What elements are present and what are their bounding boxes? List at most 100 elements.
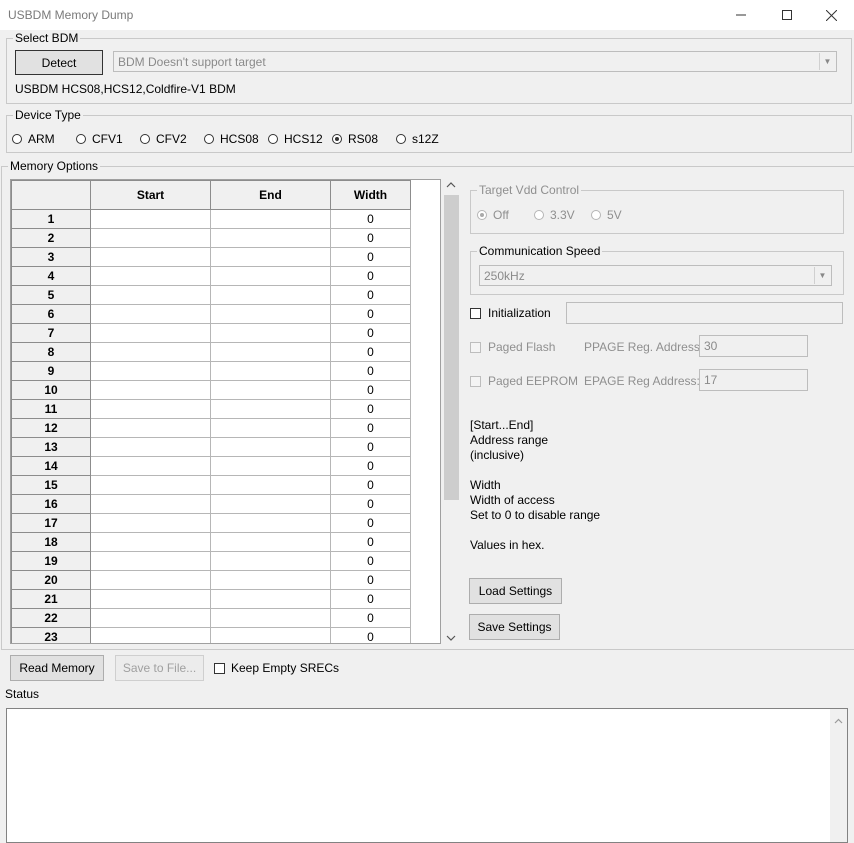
device-radio-cfv2[interactable]: CFV2 bbox=[140, 132, 187, 146]
initialization-input[interactable] bbox=[566, 302, 843, 324]
status-output[interactable] bbox=[6, 708, 848, 843]
width-cell[interactable]: 0 bbox=[330, 456, 411, 476]
width-cell[interactable]: 0 bbox=[330, 513, 411, 533]
column-header-end[interactable]: End bbox=[210, 180, 331, 210]
start-cell[interactable] bbox=[90, 608, 211, 628]
width-cell[interactable]: 0 bbox=[330, 475, 411, 495]
device-radio-hcs12[interactable]: HCS12 bbox=[268, 132, 323, 146]
scroll-up-icon[interactable] bbox=[834, 714, 843, 728]
vdd-radio-off[interactable]: Off bbox=[477, 208, 509, 222]
start-cell[interactable] bbox=[90, 285, 211, 305]
start-cell[interactable] bbox=[90, 228, 211, 248]
ppage-reg-input[interactable]: 30 bbox=[699, 335, 808, 357]
end-cell[interactable] bbox=[210, 418, 331, 438]
end-cell[interactable] bbox=[210, 627, 331, 643]
width-cell[interactable]: 0 bbox=[330, 342, 411, 362]
width-cell[interactable]: 0 bbox=[330, 494, 411, 514]
paged-eeprom-checkbox[interactable]: Paged EEPROM bbox=[470, 374, 578, 388]
memory-grid[interactable]: Start End Width 1 0 2 0 3 0 4 0 5 0 6 0 7 0 8 0 9 0 10 0 11 0… bbox=[10, 179, 441, 644]
end-cell[interactable] bbox=[210, 228, 331, 248]
width-cell[interactable]: 0 bbox=[330, 247, 411, 267]
end-cell[interactable] bbox=[210, 570, 331, 590]
start-cell[interactable] bbox=[90, 437, 211, 457]
start-cell[interactable] bbox=[90, 247, 211, 267]
vdd-radio-5v[interactable]: 5V bbox=[591, 208, 622, 222]
end-cell[interactable] bbox=[210, 532, 331, 552]
epage-reg-input[interactable]: 17 bbox=[699, 369, 808, 391]
column-header-width[interactable]: Width bbox=[330, 180, 411, 210]
width-cell[interactable]: 0 bbox=[330, 551, 411, 571]
initialization-checkbox[interactable]: Initialization bbox=[470, 306, 551, 320]
start-cell[interactable] bbox=[90, 494, 211, 514]
width-cell[interactable]: 0 bbox=[330, 418, 411, 438]
end-cell[interactable] bbox=[210, 551, 331, 571]
paged-flash-checkbox[interactable]: Paged Flash bbox=[470, 340, 555, 354]
end-cell[interactable] bbox=[210, 456, 331, 476]
start-cell[interactable] bbox=[90, 627, 211, 643]
end-cell[interactable] bbox=[210, 247, 331, 267]
width-cell[interactable]: 0 bbox=[330, 323, 411, 343]
device-radio-s12z[interactable]: s12Z bbox=[396, 132, 439, 146]
width-cell[interactable]: 0 bbox=[330, 532, 411, 552]
scroll-thumb[interactable] bbox=[444, 195, 459, 500]
load-settings-button[interactable]: Load Settings bbox=[469, 578, 562, 604]
start-cell[interactable] bbox=[90, 589, 211, 609]
save-settings-button[interactable]: Save Settings bbox=[469, 614, 560, 640]
detect-button[interactable]: Detect bbox=[15, 50, 103, 75]
maximize-button[interactable] bbox=[764, 0, 810, 30]
keep-empty-srecs-checkbox[interactable]: Keep Empty SRECs bbox=[214, 661, 339, 675]
width-cell[interactable]: 0 bbox=[330, 589, 411, 609]
end-cell[interactable] bbox=[210, 323, 331, 343]
start-cell[interactable] bbox=[90, 342, 211, 362]
minimize-button[interactable] bbox=[718, 0, 764, 30]
width-cell[interactable]: 0 bbox=[330, 437, 411, 457]
width-cell[interactable]: 0 bbox=[330, 304, 411, 324]
end-cell[interactable] bbox=[210, 266, 331, 286]
width-cell[interactable]: 0 bbox=[330, 380, 411, 400]
scroll-down-icon[interactable] bbox=[446, 631, 456, 645]
end-cell[interactable] bbox=[210, 608, 331, 628]
device-radio-hcs08[interactable]: HCS08 bbox=[204, 132, 259, 146]
end-cell[interactable] bbox=[210, 342, 331, 362]
end-cell[interactable] bbox=[210, 589, 331, 609]
read-memory-button[interactable]: Read Memory bbox=[10, 655, 104, 681]
start-cell[interactable] bbox=[90, 266, 211, 286]
end-cell[interactable] bbox=[210, 209, 331, 229]
start-cell[interactable] bbox=[90, 323, 211, 343]
start-cell[interactable] bbox=[90, 570, 211, 590]
status-scrollbar[interactable] bbox=[830, 709, 847, 842]
width-cell[interactable]: 0 bbox=[330, 266, 411, 286]
device-radio-arm[interactable]: ARM bbox=[12, 132, 55, 146]
vdd-radio-3v3[interactable]: 3.3V bbox=[534, 208, 575, 222]
end-cell[interactable] bbox=[210, 513, 331, 533]
comm-speed-select[interactable]: 250kHz ▼ bbox=[479, 265, 832, 286]
start-cell[interactable] bbox=[90, 475, 211, 495]
start-cell[interactable] bbox=[90, 456, 211, 476]
column-header-start[interactable]: Start bbox=[90, 180, 211, 210]
end-cell[interactable] bbox=[210, 437, 331, 457]
end-cell[interactable] bbox=[210, 475, 331, 495]
end-cell[interactable] bbox=[210, 494, 331, 514]
width-cell[interactable]: 0 bbox=[330, 399, 411, 419]
start-cell[interactable] bbox=[90, 209, 211, 229]
width-cell[interactable]: 0 bbox=[330, 285, 411, 305]
start-cell[interactable] bbox=[90, 551, 211, 571]
scroll-up-icon[interactable] bbox=[446, 181, 456, 191]
width-cell[interactable]: 0 bbox=[330, 608, 411, 628]
end-cell[interactable] bbox=[210, 399, 331, 419]
grid-scrollbar[interactable] bbox=[443, 179, 460, 644]
start-cell[interactable] bbox=[90, 532, 211, 552]
width-cell[interactable]: 0 bbox=[330, 228, 411, 248]
start-cell[interactable] bbox=[90, 399, 211, 419]
end-cell[interactable] bbox=[210, 361, 331, 381]
width-cell[interactable]: 0 bbox=[330, 209, 411, 229]
device-radio-cfv1[interactable]: CFV1 bbox=[76, 132, 123, 146]
start-cell[interactable] bbox=[90, 361, 211, 381]
start-cell[interactable] bbox=[90, 418, 211, 438]
end-cell[interactable] bbox=[210, 380, 331, 400]
device-radio-rs08[interactable]: RS08 bbox=[332, 132, 378, 146]
close-button[interactable] bbox=[808, 0, 854, 30]
start-cell[interactable] bbox=[90, 380, 211, 400]
width-cell[interactable]: 0 bbox=[330, 627, 411, 643]
width-cell[interactable]: 0 bbox=[330, 570, 411, 590]
